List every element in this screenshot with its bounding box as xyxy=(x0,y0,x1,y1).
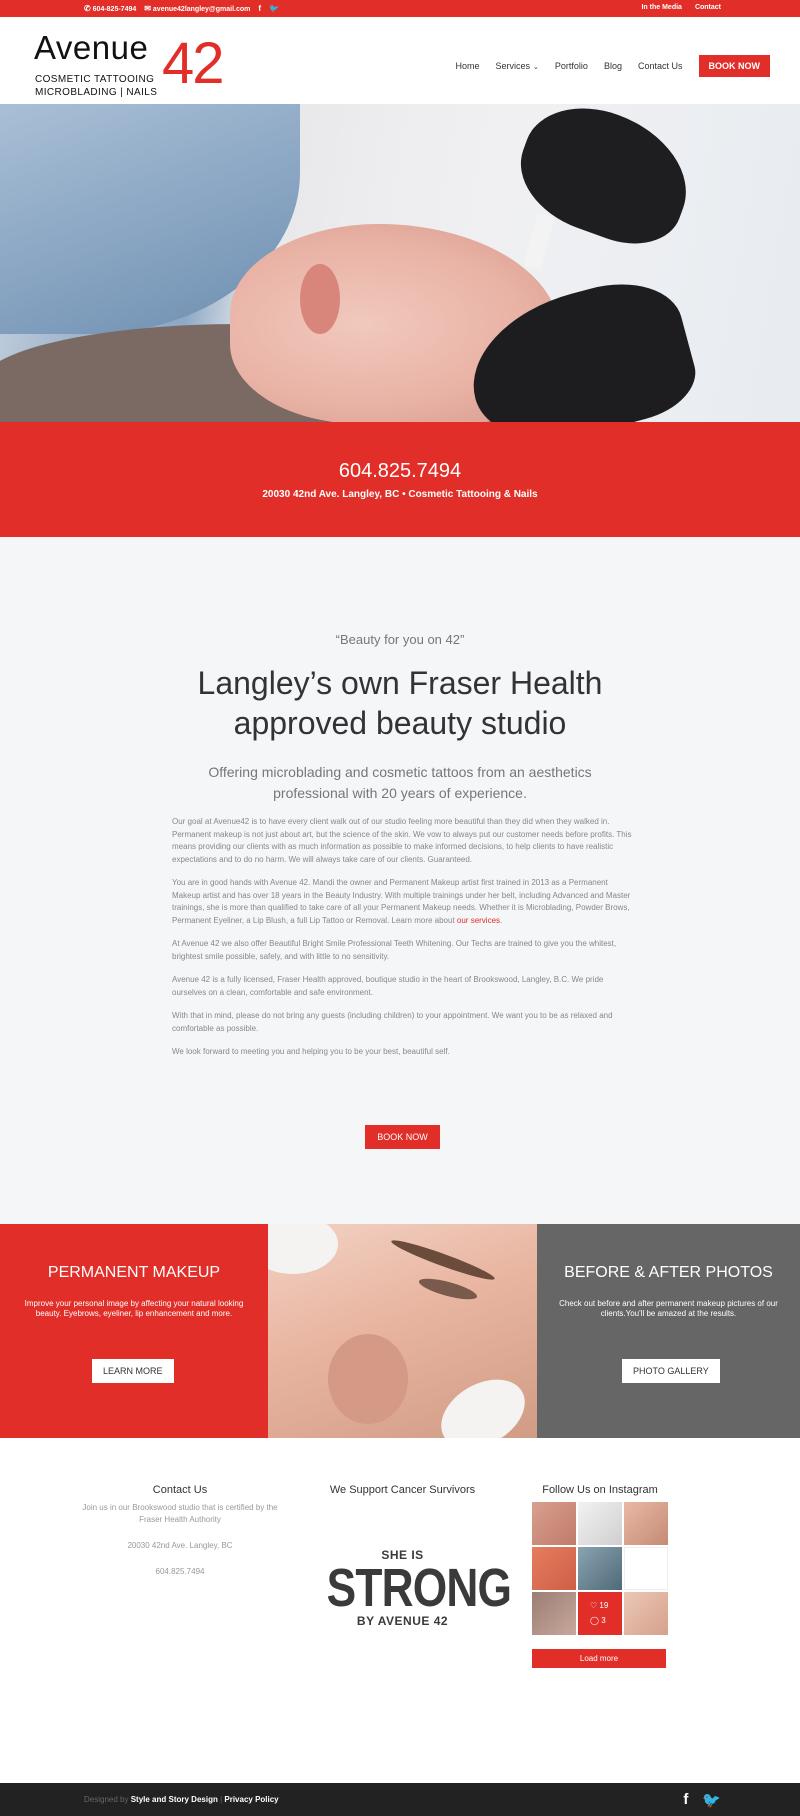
footer-credit: Designed by Style and Story Design | Pri… xyxy=(84,1795,279,1804)
comment-icon: ◯ xyxy=(590,1616,599,1625)
contact-widget: Contact Us Join us in our Brookswood stu… xyxy=(80,1484,280,1592)
comments-value: 3 xyxy=(601,1616,606,1625)
twitter-icon[interactable]: 🐦 xyxy=(702,1791,721,1809)
footer-widgets: Contact Us Join us in our Brookswood stu… xyxy=(0,1438,800,1783)
permanent-makeup-title: PERMANENT MAKEUP xyxy=(47,1264,221,1281)
photo-glove xyxy=(429,1365,537,1438)
contact-widget-phone[interactable]: 604.825.7494 xyxy=(80,1566,280,1578)
strip-address: 20030 42nd Ave. Langley, BC • Cosmetic T… xyxy=(262,489,538,500)
photo-brow xyxy=(389,1235,497,1285)
intro-paragraph: We look forward to meeting you and helpi… xyxy=(172,1047,450,1056)
logo-word: Avenue xyxy=(34,29,149,66)
logo-tagline-2: MICROBLADING | NAILS xyxy=(35,87,158,98)
intro-section: “Beauty for you on 42” Langley’s own Fra… xyxy=(0,537,800,1224)
logo-number: 42 xyxy=(162,31,224,96)
instagram-photo[interactable] xyxy=(532,1502,576,1545)
instagram-photo[interactable] xyxy=(624,1502,668,1545)
photo-glove xyxy=(268,1224,338,1274)
intro-paragraph: With that in mind, please do not bring a… xyxy=(172,1011,613,1033)
cancer-widget: We Support Cancer Survivors SHE IS STRON… xyxy=(310,1484,512,1628)
email-link[interactable]: ✉ avenue42langley@gmail.com xyxy=(144,4,250,13)
instagram-photo[interactable] xyxy=(624,1592,668,1635)
facebook-icon[interactable]: f xyxy=(683,1791,688,1809)
comments-count: ◯ 3 xyxy=(590,1616,606,1625)
instagram-grid: ♡ 19 ◯ 3 xyxy=(532,1502,670,1635)
intro-paragraph: You are in good hands with Avenue 42. Ma… xyxy=(172,877,632,927)
before-after-title: BEFORE & AFTER PHOTOS xyxy=(564,1264,773,1281)
topbar-email: avenue42langley@gmail.com xyxy=(152,6,251,13)
likes-value: 19 xyxy=(599,1601,609,1610)
heart-icon: ♡ xyxy=(590,1601,598,1610)
intro-body: Our goal at Avenue42 is to have every cl… xyxy=(172,816,632,1070)
nav-blog[interactable]: Blog xyxy=(604,61,622,71)
intro-paragraph: At Avenue 42 we also offer Beautiful Bri… xyxy=(172,939,617,961)
topbar-link-contact[interactable]: Contact xyxy=(695,4,721,11)
permanent-makeup-text: Improve your personal image by affecting… xyxy=(24,1299,244,1318)
nav-services[interactable]: Services ⌄ xyxy=(496,61,539,71)
she-is-strong-logo: SHE IS STRONG BY AVENUE 42 xyxy=(310,1548,512,1628)
permanent-makeup-box: PERMANENT MAKEUP Improve your personal i… xyxy=(0,1224,268,1438)
topbar-phone: 604-825-7494 xyxy=(92,6,137,13)
photo-nose xyxy=(328,1334,408,1424)
twitter-icon[interactable]: 🐦 xyxy=(269,4,279,13)
likes-count: ♡ 19 xyxy=(590,1601,608,1610)
instagram-photo[interactable] xyxy=(532,1547,576,1590)
feature-boxes: PERMANENT MAKEUP Improve your personal i… xyxy=(0,1224,800,1438)
logo[interactable]: Avenue 42 COSMETIC TATTOOING MICROBLADIN… xyxy=(34,29,244,98)
page-title: Langley’s own Fraser Health approved bea… xyxy=(197,665,603,741)
nav-contact[interactable]: Contact Us xyxy=(638,61,683,71)
mail-icon: ✉ xyxy=(144,4,151,13)
instagram-photo-hover[interactable]: ♡ 19 ◯ 3 xyxy=(578,1592,622,1635)
intro-quote: “Beauty for you on 42” xyxy=(335,632,465,647)
before-after-box: BEFORE & AFTER PHOTOS Check out before a… xyxy=(537,1224,800,1438)
intro-paragraph: Avenue 42 is a fully licensed, Fraser He… xyxy=(172,975,604,997)
instagram-photo[interactable] xyxy=(532,1592,576,1635)
intro-lead: Offering microblading and cosmetic tatto… xyxy=(208,764,592,801)
logo-tagline-1: COSMETIC TATTOOING xyxy=(35,74,155,85)
contact-widget-address: 20030 42nd Ave. Langley, BC xyxy=(127,1541,233,1550)
instagram-widget: Follow Us on Instagram ♡ 19 ◯ 3 Load mor… xyxy=(530,1484,670,1668)
nav-portfolio[interactable]: Portfolio xyxy=(555,61,588,71)
facebook-icon[interactable]: f xyxy=(258,4,261,13)
main-nav: Home Services ⌄ Portfolio Blog Contact Us… xyxy=(456,55,770,77)
bottom-bar: Designed by Style and Story Design | Pri… xyxy=(0,1783,800,1816)
learn-more-button[interactable]: LEARN MORE xyxy=(92,1359,174,1383)
makeup-photo xyxy=(268,1224,537,1438)
intro-paragraph: Our goal at Avenue42 is to have every cl… xyxy=(172,817,632,864)
strong-text: STRONG xyxy=(326,1558,512,1618)
hero-tool xyxy=(523,212,555,271)
intro-book-now-button[interactable]: BOOK NOW xyxy=(365,1125,440,1149)
strip-phone[interactable]: 604.825.7494 xyxy=(0,460,800,483)
hero-image xyxy=(0,104,800,422)
intro-paragraph-text: You are in good hands with Avenue 42. Ma… xyxy=(172,878,631,925)
phone-link[interactable]: ✆ 604-825-7494 xyxy=(84,4,136,13)
privacy-link[interactable]: Privacy Policy xyxy=(224,1795,278,1804)
designed-by-text: Designed by xyxy=(84,1795,131,1804)
nav-services-label: Services xyxy=(495,61,531,71)
cancer-widget-title: We Support Cancer Survivors xyxy=(329,1484,476,1496)
contact-widget-text: Join us in our Brookswood studio that is… xyxy=(82,1503,278,1524)
phone-icon: ✆ xyxy=(84,4,91,13)
studio-link[interactable]: Style and Story Design xyxy=(131,1795,218,1804)
photo-eye xyxy=(417,1274,479,1304)
instagram-photo[interactable] xyxy=(578,1547,622,1590)
contact-widget-title: Contact Us xyxy=(152,1484,208,1496)
instagram-photo[interactable] xyxy=(624,1547,668,1590)
nav-home[interactable]: Home xyxy=(456,61,480,71)
services-link[interactable]: our services xyxy=(457,916,500,925)
footer-social: f 🐦 xyxy=(683,1791,721,1809)
book-now-button[interactable]: BOOK NOW xyxy=(698,55,770,77)
chevron-down-icon: ⌄ xyxy=(533,64,539,71)
top-bar: ✆ 604-825-7494 ✉ avenue42langley@gmail.c… xyxy=(0,0,800,17)
contact-strip: 604.825.7494 20030 42nd Ave. Langley, BC… xyxy=(0,422,800,537)
instagram-photo[interactable] xyxy=(578,1502,622,1545)
topbar-link-media[interactable]: In the Media xyxy=(641,4,681,11)
photo-gallery-button[interactable]: PHOTO GALLERY xyxy=(622,1359,720,1383)
instagram-widget-title: Follow Us on Instagram xyxy=(542,1484,658,1496)
load-more-button[interactable]: Load more xyxy=(532,1649,666,1668)
header: Avenue 42 COSMETIC TATTOOING MICROBLADIN… xyxy=(0,17,800,104)
intro-paragraph-end: . xyxy=(500,915,503,925)
hero-lips xyxy=(300,264,340,334)
before-after-text: Check out before and after permanent mak… xyxy=(559,1299,778,1318)
